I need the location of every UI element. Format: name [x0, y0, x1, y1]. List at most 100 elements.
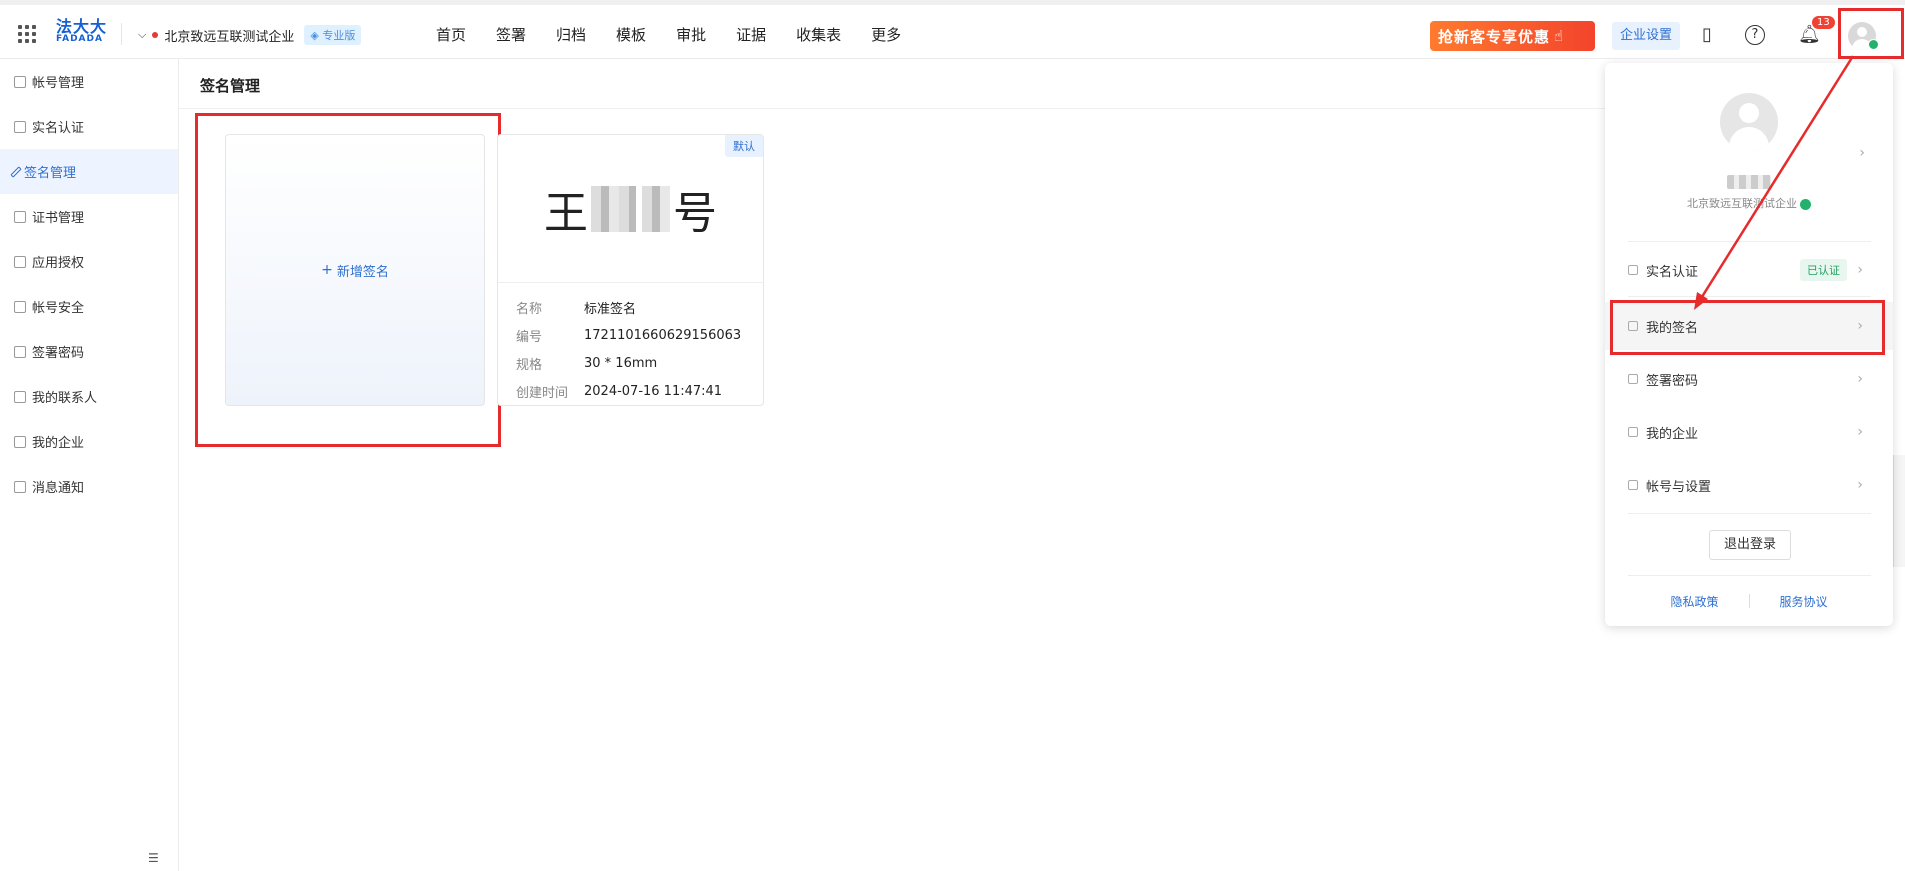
nav-forms[interactable]: 收集表: [796, 24, 841, 45]
certificate-icon: [14, 210, 26, 223]
info-value: 30 * 16mm: [584, 355, 658, 371]
sidebar-item-enterprise[interactable]: 我的企业: [0, 419, 178, 464]
apps-icon: [14, 255, 26, 268]
mosaic-blur: [591, 185, 636, 232]
sidebar-item-certificates[interactable]: 证书管理: [0, 194, 178, 239]
company-label: 北京致远互联测试企业: [1687, 197, 1797, 210]
nav-templates[interactable]: 模板: [616, 24, 646, 45]
chevron-right-icon: ›: [1857, 262, 1863, 278]
menu-item-sign-password[interactable]: 签署密码 ›: [1605, 355, 1893, 403]
sidebar-item-label: 我的企业: [32, 436, 85, 451]
sidebar: 帐号管理 实名认证 签名管理 证书管理 应用授权 帐号安全 签署密码 我的联系人…: [0, 59, 179, 871]
info-key: 编号: [516, 329, 543, 345]
sidebar-item-security[interactable]: 帐号安全: [0, 284, 178, 329]
info-row: 名称 标准签名: [516, 293, 741, 321]
sidebar-item-sign-password[interactable]: 签署密码: [0, 329, 178, 374]
sidebar-item-app-auth[interactable]: 应用授权: [0, 239, 178, 284]
verified-badge-icon: [1868, 39, 1879, 50]
sidebar-item-label: 签名管理: [24, 166, 77, 181]
info-row: 编号 1721101660629156063: [516, 321, 741, 349]
divider: [179, 108, 1609, 109]
divider: [1628, 241, 1871, 242]
menu-item-label: 实名认证: [1646, 264, 1699, 280]
verified-shield-icon: [1800, 198, 1811, 210]
sidebar-item-label: 实名认证: [32, 121, 85, 136]
sidebar-item-signatures[interactable]: 签名管理: [0, 149, 178, 194]
menu-item-label: 帐号与设置: [1646, 479, 1712, 495]
nav-archive[interactable]: 归档: [556, 24, 586, 45]
popover-company: 北京致远互联测试企业: [1605, 195, 1893, 211]
hand-pointer-icon: ☝: [1554, 27, 1565, 45]
menu-item-account-settings[interactable]: 帐号与设置 ›: [1605, 461, 1893, 509]
info-key: 名称: [516, 301, 543, 317]
chevron-right-icon[interactable]: ›: [1859, 145, 1865, 161]
info-row: 创建时间 2024-07-16 11:47:41: [516, 377, 741, 405]
user-menu-popover: › 北京致远互联测试企业 实名认证 已认证 › 我的签名 › 签署密码 › 我的…: [1605, 63, 1893, 626]
lock-icon: [14, 345, 26, 358]
nav-evidence[interactable]: 证据: [736, 24, 766, 45]
nav-home[interactable]: 首页: [436, 24, 466, 45]
sidebar-item-contacts[interactable]: 我的联系人: [0, 374, 178, 419]
chevron-right-icon: ›: [1857, 424, 1863, 440]
shield-icon: [14, 300, 26, 313]
divider: [1748, 594, 1750, 608]
info-value: 标准签名: [584, 301, 637, 317]
collapse-sidebar-icon[interactable]: ☰: [148, 851, 159, 865]
mobile-icon[interactable]: ▯: [1702, 25, 1712, 45]
info-key: 规格: [516, 357, 543, 373]
add-signature-button[interactable]: + 新增签名: [225, 134, 485, 406]
avatar: [1720, 93, 1778, 151]
menu-item-my-signature[interactable]: 我的签名 ›: [1605, 302, 1893, 350]
status-dot: [152, 32, 159, 38]
add-signature-label: 新增签名: [336, 264, 389, 280]
menu-item-my-enterprise[interactable]: 我的企业 ›: [1605, 408, 1893, 456]
nav-sign[interactable]: 签署: [496, 24, 526, 45]
help-icon[interactable]: ?: [1745, 25, 1765, 45]
promo-banner[interactable]: 抢新客专享优惠 ☝: [1430, 21, 1595, 51]
sidebar-item-verification[interactable]: 实名认证: [0, 104, 178, 149]
menu-item-verification[interactable]: 实名认证 已认证 ›: [1605, 246, 1893, 294]
enterprise-settings-button[interactable]: 企业设置: [1612, 22, 1681, 50]
terms-of-service-link[interactable]: 服务协议: [1780, 593, 1828, 610]
top-bar: 法大大 FADADA ⌵ 北京致远互联测试企业 ◈ 专业版 首页 签署 归档 模…: [0, 0, 1905, 59]
building-icon: [14, 435, 26, 448]
nav-approval[interactable]: 审批: [676, 24, 706, 45]
chevron-right-icon: ›: [1857, 318, 1863, 334]
badge-icon: [14, 120, 26, 133]
divider: [1628, 513, 1871, 514]
logo-text-en: FADADA: [56, 34, 103, 44]
chevron-right-icon: ›: [1857, 371, 1863, 387]
mosaic-blur: [642, 185, 670, 232]
logo[interactable]: 法大大 FADADA: [56, 19, 108, 44]
app-grid-icon[interactable]: [18, 25, 36, 43]
signature-info: 名称 标准签名 编号 1721101660629156063 规格 30 * 16mm…: [516, 293, 741, 405]
signature-preview: 王 号: [498, 135, 763, 283]
nav-more[interactable]: 更多: [871, 24, 901, 45]
privacy-policy-link[interactable]: 隐私政策: [1670, 593, 1718, 610]
signature-char: 号: [673, 187, 717, 239]
masked-username: [1727, 175, 1771, 189]
footer-links: 隐私政策 服务协议: [1605, 593, 1893, 610]
message-icon: [14, 480, 26, 493]
contacts-icon: [14, 390, 26, 403]
signature-char: 王: [544, 187, 588, 239]
page-title: 签名管理: [200, 77, 261, 95]
menu-item-label: 签署密码: [1646, 373, 1699, 389]
signature-card[interactable]: 王 号 默认 名称 标准签名 编号 1721101660629156063 规格 30…: [497, 134, 764, 406]
edition-label: 专业版: [322, 29, 356, 42]
company-selector[interactable]: ⌵ 北京致远互联测试企业 ◈ 专业版: [138, 25, 362, 45]
lock-icon: [1628, 374, 1638, 384]
info-value: 1721101660629156063: [584, 327, 742, 343]
menu-item-label: 我的企业: [1646, 426, 1699, 442]
badge-icon: [1628, 265, 1638, 275]
sidebar-item-label: 应用授权: [32, 256, 85, 271]
sidebar-item-label: 帐号安全: [32, 301, 85, 316]
pen-icon: [10, 165, 22, 178]
sidebar-item-label: 证书管理: [32, 211, 85, 226]
logout-button[interactable]: 退出登录: [1709, 530, 1791, 560]
sidebar-item-label: 签署密码: [32, 346, 85, 361]
sidebar-item-notifications[interactable]: 消息通知: [0, 464, 178, 509]
info-value: 2024-07-16 11:47:41: [584, 383, 723, 399]
sidebar-item-account[interactable]: 帐号管理: [0, 59, 178, 104]
info-row: 规格 30 * 16mm: [516, 349, 741, 377]
